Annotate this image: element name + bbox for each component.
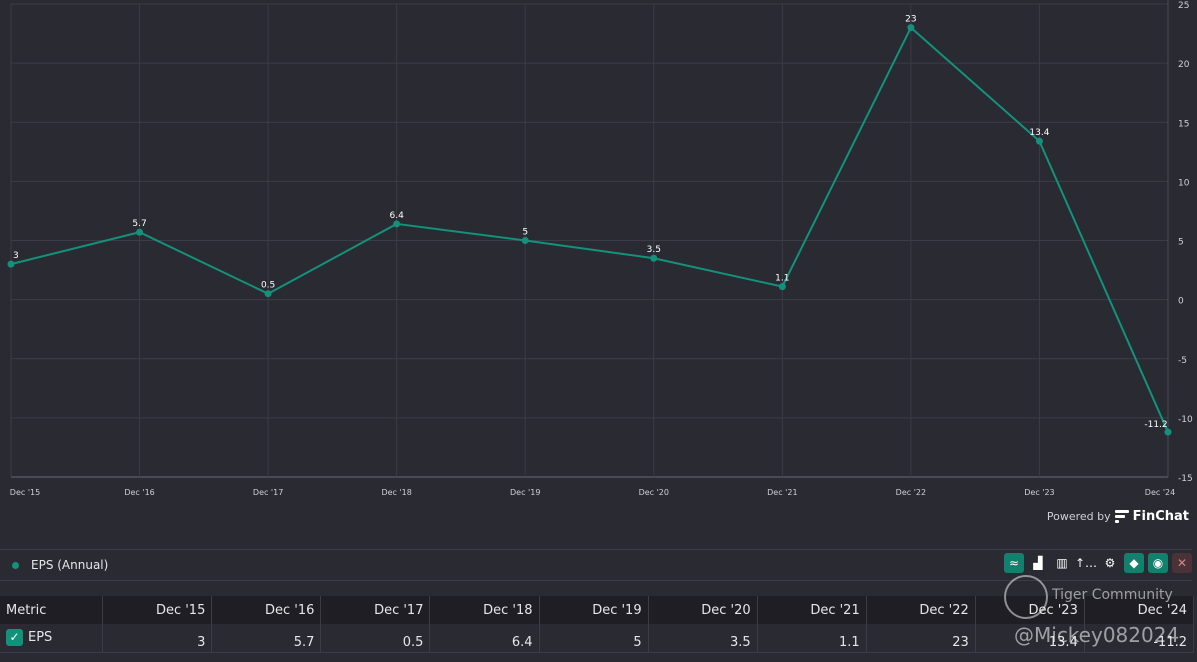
- eps-line-chart: 25 20 15 10 5 0 -5 -10 -15 Dec '15 Dec '16 Dec '17 D…: [7, 0, 1193, 497]
- data-point: [907, 24, 915, 32]
- x-tick-label: Dec '16: [124, 488, 154, 497]
- x-tick-label: Dec '23: [1024, 488, 1054, 497]
- x-tick-label: Dec '18: [381, 488, 411, 497]
- eye-icon[interactable]: ◉: [1148, 553, 1168, 573]
- column-header: Dec '19: [539, 596, 649, 624]
- y-tick-label: 20: [1178, 60, 1190, 70]
- data-label: 3: [13, 251, 19, 261]
- tiger-logo-icon: [1004, 575, 1048, 619]
- metric-name: EPS: [28, 629, 53, 645]
- column-header: Dec '17: [320, 596, 431, 624]
- y-tick-label: 25: [1178, 1, 1189, 11]
- data-point: [521, 237, 529, 244]
- value-cell: 5: [539, 624, 649, 653]
- y-tick-label: -5: [1178, 356, 1187, 366]
- x-tick-label: Dec '21: [767, 488, 797, 497]
- y-tick-label: -15: [1178, 474, 1193, 484]
- column-header: Dec '22: [866, 596, 976, 624]
- y-tick-label: 15: [1178, 119, 1189, 129]
- powered-by[interactable]: Powered by FinChat: [1047, 509, 1189, 524]
- finchat-brand: FinChat: [1132, 509, 1189, 524]
- powered-by-label: Powered by: [1046, 510, 1111, 523]
- legend-bar: EPS (Annual) ≈ ▟ ▥ ↑… ⚙ ◆ ◉ ✕: [0, 549, 1192, 581]
- value-cell: 5.7: [211, 624, 322, 653]
- column-header: Dec '16: [211, 596, 322, 624]
- x-tick-label: Dec '15: [10, 488, 40, 497]
- watermark-community: Tiger Community: [1052, 587, 1173, 603]
- x-tick-label: Dec '22: [896, 488, 926, 497]
- close-icon[interactable]: ✕: [1172, 553, 1192, 573]
- eps-series-line: [10, 26, 1169, 433]
- metric-header: Metric: [0, 596, 104, 624]
- y-tick-label: 10: [1178, 178, 1190, 188]
- stacked-bar-icon[interactable]: ▥: [1052, 553, 1072, 573]
- y-tick-label: -10: [1178, 415, 1193, 425]
- value-cell: 6.4: [429, 624, 540, 653]
- data-point: [778, 283, 786, 291]
- x-tick-label: Dec '17: [253, 488, 283, 497]
- bar-chart-icon[interactable]: ▟: [1028, 553, 1048, 573]
- data-label: 3.5: [647, 245, 661, 255]
- data-point: [650, 254, 658, 262]
- finchat-logo-icon: [1114, 510, 1129, 523]
- value-cell: 23: [866, 624, 976, 653]
- column-header: Dec '20: [648, 596, 758, 624]
- value-cell: 3.5: [648, 624, 758, 653]
- checkbox-checked-icon[interactable]: ✓: [6, 628, 23, 646]
- chart-toolbar: ≈ ▟ ▥ ↑… ⚙ ◆ ◉ ✕: [1004, 553, 1192, 573]
- value-cell: 3: [102, 624, 213, 653]
- data-label: 6.4: [390, 211, 405, 221]
- data-label: 1.1: [775, 274, 789, 284]
- legend-label[interactable]: EPS (Annual): [31, 558, 108, 572]
- x-tick-label: Dec '19: [510, 488, 540, 497]
- series-dot-icon: [12, 561, 19, 569]
- data-label: 23: [905, 15, 916, 25]
- data-point: [264, 290, 272, 298]
- watermark-user: @Mickey082024: [1014, 623, 1180, 647]
- column-header: Dec '15: [102, 596, 213, 624]
- y-tick-label: 5: [1178, 238, 1184, 248]
- column-header: Dec '21: [757, 596, 867, 624]
- line-chart-icon[interactable]: ≈: [1004, 553, 1024, 573]
- data-point: [7, 260, 15, 268]
- x-tick-label: Dec '24: [1145, 488, 1175, 497]
- gear-icon[interactable]: ⚙: [1100, 553, 1120, 573]
- x-tick-label: Dec '20: [639, 488, 669, 497]
- y-tick-label: 0: [1178, 297, 1184, 307]
- metric-cell[interactable]: ✓ EPS: [0, 624, 104, 653]
- data-label: 5.7: [132, 219, 146, 229]
- data-point: [393, 220, 401, 228]
- data-label: 5: [522, 228, 528, 238]
- data-label: 13.4: [1029, 128, 1049, 138]
- data-label: 0.5: [261, 281, 275, 291]
- data-point: [1035, 137, 1043, 145]
- column-header: Dec '18: [429, 596, 540, 624]
- sort-icon[interactable]: ↑…: [1075, 553, 1097, 573]
- data-label: -11.2: [1144, 420, 1167, 430]
- tag-icon[interactable]: ◆: [1124, 553, 1144, 573]
- value-cell: 0.5: [320, 624, 431, 653]
- data-point: [136, 228, 144, 236]
- value-cell: 1.1: [757, 624, 867, 653]
